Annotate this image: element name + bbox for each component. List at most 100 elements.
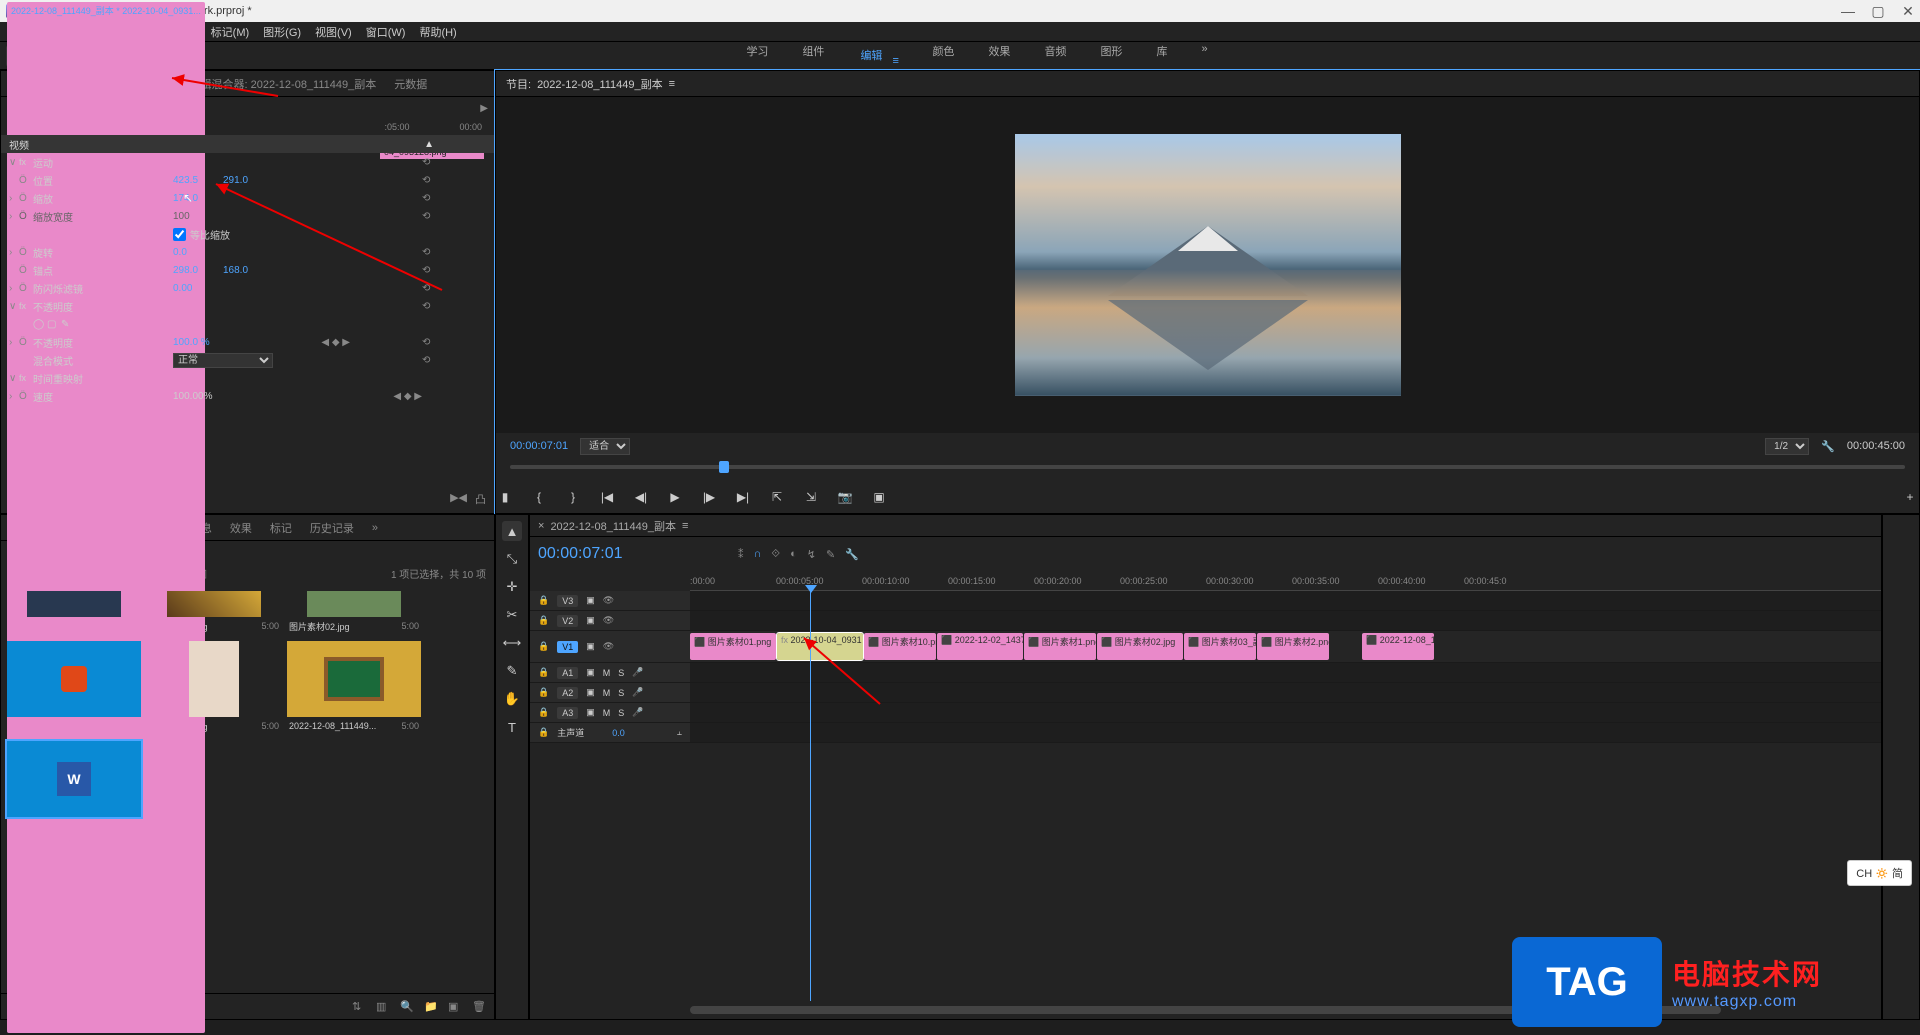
tl-icon[interactable]: ↯ <box>807 548 816 561</box>
reset-icon[interactable]: ⟲ <box>422 211 434 222</box>
pen-icon[interactable]: ✎ <box>61 319 75 330</box>
ws-graphics[interactable]: 图形 <box>1098 39 1124 73</box>
program-scrubber[interactable] <box>496 459 1919 481</box>
export-frame-icon[interactable]: 📷 <box>836 488 854 506</box>
ec-opacity-val[interactable]: 100.0 % <box>173 337 223 348</box>
track-select-tool[interactable]: ⤡ <box>502 549 522 569</box>
track-v1[interactable]: V1 <box>557 641 578 653</box>
timeline-clip[interactable]: ⬛ 图片素材01.png <box>690 633 776 660</box>
blend-mode-select[interactable]: 正常 <box>173 353 273 368</box>
stopwatch-icon[interactable]: Ö <box>19 283 33 294</box>
tab-effects[interactable]: 效果 <box>230 520 252 536</box>
go-out-icon[interactable]: ▶| <box>734 488 752 506</box>
menu-view[interactable]: 视图(V) <box>315 24 352 40</box>
ws-learn[interactable]: 学习 <box>744 39 770 73</box>
ec-pos-y[interactable]: 291.0 <box>223 175 273 186</box>
stopwatch-icon[interactable]: Ö <box>19 247 33 258</box>
tabs-overflow[interactable]: » <box>372 522 378 534</box>
toggle-icon[interactable]: ▣ <box>586 687 595 698</box>
menu-help[interactable]: 帮助(H) <box>419 24 456 40</box>
add-button-icon[interactable]: + <box>1901 488 1919 506</box>
ws-library[interactable]: 库 <box>1154 39 1169 73</box>
ws-edit[interactable]: 编辑≡ <box>856 39 900 73</box>
timeline-ruler[interactable]: :00:00 00:00:05:00 00:00:10:00 00:00:15:… <box>690 571 1881 591</box>
delete-icon[interactable]: 🗑 <box>472 1000 486 1014</box>
go-in-icon[interactable]: |◀ <box>598 488 616 506</box>
extract-icon[interactable]: ⇲ <box>802 488 820 506</box>
track-a1[interactable]: A1 <box>557 667 578 679</box>
timeline-clip[interactable]: fx 2022-10-04_0931 <box>777 633 863 660</box>
ec-anchor-y[interactable]: 168.0 <box>223 265 273 276</box>
fit-select[interactable]: 适合 <box>580 438 630 455</box>
ws-color[interactable]: 颜色 <box>930 39 956 73</box>
reset-icon[interactable]: ⟲ <box>422 283 434 294</box>
minimize-button[interactable]: — <box>1842 5 1854 17</box>
tab-metadata[interactable]: 元数据 <box>394 76 427 92</box>
eye-icon[interactable]: 👁 <box>603 641 614 652</box>
step-back-icon[interactable]: ◀| <box>632 488 650 506</box>
mark-icon[interactable]: } <box>564 488 582 506</box>
lock-icon[interactable]: 🔒 <box>538 641 549 652</box>
uniform-scale-checkbox[interactable] <box>173 228 186 241</box>
mark-in-icon[interactable]: ▮ <box>496 488 514 506</box>
program-canvas[interactable] <box>496 97 1919 433</box>
menu-window[interactable]: 窗口(W) <box>366 24 406 40</box>
wrench-icon[interactable]: 🔧 <box>845 548 859 561</box>
toggle-icon[interactable]: ▣ <box>586 641 595 652</box>
toggle-icon[interactable]: ▣ <box>586 615 595 626</box>
ec-speed-val[interactable]: 100.00% <box>173 391 212 402</box>
eye-icon[interactable]: 👁 <box>603 615 614 626</box>
ws-overflow[interactable]: » <box>1199 39 1209 73</box>
track-v3[interactable]: V3 <box>557 595 578 607</box>
automate-icon[interactable]: ▥ <box>376 1000 390 1014</box>
ripple-tool[interactable]: ✛ <box>502 577 522 597</box>
timeline-clip[interactable]: ⬛ 图片素材10.png <box>864 633 936 660</box>
timeline-clip[interactable]: ⬛ 2022-12-02_1437 <box>937 633 1023 660</box>
razor-tool[interactable]: ✂ <box>502 605 522 625</box>
type-tool[interactable]: T <box>502 717 522 737</box>
reset-icon[interactable]: ⟲ <box>422 355 434 366</box>
ec-opacity[interactable]: 不透明度 <box>33 299 73 314</box>
toggle-icon[interactable]: ▣ <box>586 667 595 678</box>
timeline-clip[interactable]: ⬛ 2022-12-08_1114 <box>1362 633 1434 660</box>
compare-icon[interactable]: ▣ <box>870 488 888 506</box>
pen-tool[interactable]: ✎ <box>502 661 522 681</box>
timeline-clip[interactable]: ⬛ 图片素材2.png <box>1257 633 1329 660</box>
track-a2[interactable]: A2 <box>557 687 578 699</box>
mic-icon[interactable]: 🎤 <box>632 707 643 718</box>
scrub-handle[interactable] <box>719 461 729 473</box>
v1-content[interactable]: ⬛ 图片素材01.png fx 2022-10-04_0931 ⬛ 图片素材10… <box>690 631 1881 662</box>
tl-icon[interactable]: ⟐ <box>771 548 780 561</box>
zoom-select[interactable]: 1/2 <box>1765 438 1809 455</box>
stopwatch-icon[interactable]: Ö <box>19 193 33 204</box>
project-item[interactable]: 图片素材02.jpg5:00 <box>287 591 421 635</box>
timeline-clip[interactable]: ⬛ 图片素材1.png <box>1024 633 1096 660</box>
stopwatch-icon[interactable]: Ö <box>19 391 33 402</box>
ws-assembly[interactable]: 组件 <box>800 39 826 73</box>
reset-icon[interactable]: ⟲ <box>422 247 434 258</box>
ec-anchor-x[interactable]: 298.0 <box>173 265 223 276</box>
maximize-button[interactable]: ▢ <box>1872 5 1884 17</box>
expand-icon[interactable]: ⫠ <box>677 727 682 738</box>
lock-icon[interactable]: 🔒 <box>538 615 549 626</box>
new-item-icon[interactable]: ▣ <box>448 1000 462 1014</box>
toggle-icon[interactable]: ▣ <box>586 707 595 718</box>
menu-markers[interactable]: 标记(M) <box>211 24 250 40</box>
ws-effects[interactable]: 效果 <box>986 39 1012 73</box>
stopwatch-icon[interactable]: Ö <box>19 175 33 186</box>
ec-remap[interactable]: 时间重映射 <box>33 371 83 386</box>
lift-icon[interactable]: ⇱ <box>768 488 786 506</box>
find-icon[interactable]: 🔍 <box>400 1000 414 1014</box>
sort-icon[interactable]: ⇅ <box>352 1000 366 1014</box>
tl-icon[interactable]: ◐ <box>790 548 797 561</box>
reset-icon[interactable]: ⟲ <box>422 337 434 348</box>
ec-motion[interactable]: 运动 <box>33 155 53 170</box>
reset-icon[interactable]: ⟲ <box>422 193 434 204</box>
mic-icon[interactable]: 🎤 <box>632 667 643 678</box>
mic-icon[interactable]: 🎤 <box>632 687 643 698</box>
tab-markers[interactable]: 标记 <box>270 520 292 536</box>
selection-tool[interactable]: ▲ <box>502 521 522 541</box>
toggle-icon[interactable]: ▣ <box>586 595 595 606</box>
timeline-clip[interactable]: ⬛ 图片素材03_副 <box>1184 633 1256 660</box>
lock-icon[interactable]: 🔒 <box>538 687 549 698</box>
